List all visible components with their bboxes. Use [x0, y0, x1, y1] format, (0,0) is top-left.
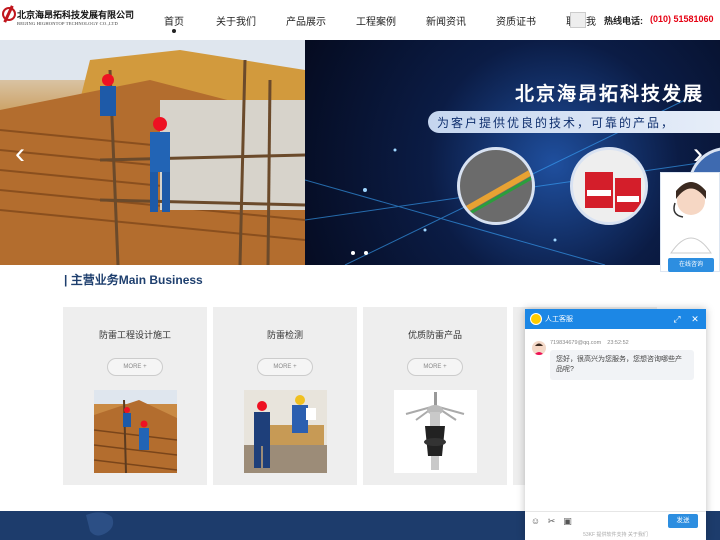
business-card-products[interactable]: 优质防雷产品 MORE + [363, 307, 507, 485]
logo-english-name: BEIJING HIGHONTOP TECHNOLOGY CO.,LTD [17, 21, 118, 26]
banner-title: 北京海昂拓科技发展 [515, 84, 705, 105]
nav-home[interactable]: 首页 [164, 13, 184, 28]
banner-slogan: 为客户提供优良的技术，可靠的产品， [437, 116, 676, 130]
banner-next-arrow[interactable]: › [680, 136, 716, 172]
footer-map-shape [86, 512, 114, 536]
chevron-right-icon: › [693, 137, 703, 170]
card-image-roof-work[interactable] [94, 390, 177, 473]
card-title: 优质防雷产品 [407, 330, 462, 340]
chat-footer-text: 53KF 提供软件支持 关于我们 [583, 532, 648, 538]
logo-mark-icon [2, 7, 16, 21]
banner-roof-illustration [0, 40, 306, 265]
card-title: 防雷工程设计施工 [98, 330, 171, 340]
chat-window: 人工客服 ⤢ ✕ 719834679@qq.com 23:52:52 您好，很高… [525, 309, 706, 540]
roof-work-photo [94, 390, 177, 473]
chat-sender: 719834679@qq.com [550, 340, 602, 346]
emoji-icon[interactable]: ☺ [530, 516, 541, 527]
chat-header[interactable]: 人工客服 ⤢ ✕ [525, 309, 706, 329]
chat-title: 人工客服 [545, 316, 573, 323]
hotline-label: 热线电话: [604, 16, 643, 26]
folder-icon[interactable]: ▣ [562, 516, 573, 527]
banner-workers-photo [0, 40, 306, 265]
header: 北京海昂拓科技发展有限公司 BEIJING HIGHONTOP TECHNOLO… [0, 0, 720, 40]
header-toggle-button[interactable] [570, 12, 586, 28]
agent-avatar-graphic [534, 343, 544, 355]
hero-banner: 北京海昂拓科技发展 为客户提供优良的技术，可靠的产品， ‹ › [0, 40, 720, 265]
nav-active-indicator [172, 29, 176, 33]
company-logo[interactable]: 北京海昂拓科技发展有限公司 BEIJING HIGHONTOP TECHNOLO… [2, 6, 134, 30]
service-agent-avatar [670, 182, 712, 254]
inspection-photo [244, 390, 327, 473]
card-more-button[interactable]: MORE + [407, 358, 463, 376]
product-circle-boxes [570, 147, 648, 225]
nav-news[interactable]: 新闻资讯 [426, 13, 466, 28]
scissors-icon[interactable]: ✂ [546, 516, 557, 527]
card-image-inspection[interactable] [244, 390, 327, 473]
nav-certificates[interactable]: 资质证书 [496, 13, 536, 28]
nav-about[interactable]: 关于我们 [216, 13, 256, 28]
product-circle-cable [457, 147, 535, 225]
chat-logo-icon [530, 313, 542, 325]
nav-cases[interactable]: 工程案例 [356, 13, 396, 28]
online-consult-button[interactable]: 在线咨询 [668, 258, 714, 272]
business-card-engineering[interactable]: 防雷工程设计施工 MORE + [63, 307, 207, 485]
chat-message-bubble: 您好，很高兴为您服务，您想咨询哪些产品呢? [550, 350, 694, 380]
card-more-button[interactable]: MORE + [107, 358, 163, 376]
banner-dot-1[interactable] [351, 251, 355, 255]
card-image-arrester[interactable] [394, 390, 477, 473]
banner-prev-arrow[interactable]: ‹ [2, 136, 38, 172]
chat-time: 23:52:52 [607, 340, 629, 346]
main-business-title: | 主营业务Main Business [64, 273, 203, 287]
banner-dot-2[interactable] [364, 251, 368, 255]
card-title: 防雷检测 [266, 330, 303, 340]
hotline-number: (010) 51581060 [650, 14, 714, 24]
lightning-arrester-photo [405, 392, 465, 470]
send-button[interactable]: 发送 [668, 514, 698, 528]
nav-products[interactable]: 产品展示 [286, 13, 326, 28]
maximize-icon[interactable]: ⤢ [671, 313, 683, 325]
customer-service-float[interactable] [660, 172, 720, 272]
chat-message-meta: 719834679@qq.com 23:52:52 [550, 340, 629, 346]
agent-avatar [532, 341, 546, 355]
logo-chinese-name: 北京海昂拓科技发展有限公司 [17, 10, 135, 20]
close-icon[interactable]: ✕ [689, 313, 701, 325]
business-card-inspection[interactable]: 防雷检测 MORE + [213, 307, 357, 485]
card-more-button[interactable]: MORE + [257, 358, 313, 376]
chevron-left-icon: ‹ [15, 137, 25, 170]
chat-divider [525, 511, 706, 512]
